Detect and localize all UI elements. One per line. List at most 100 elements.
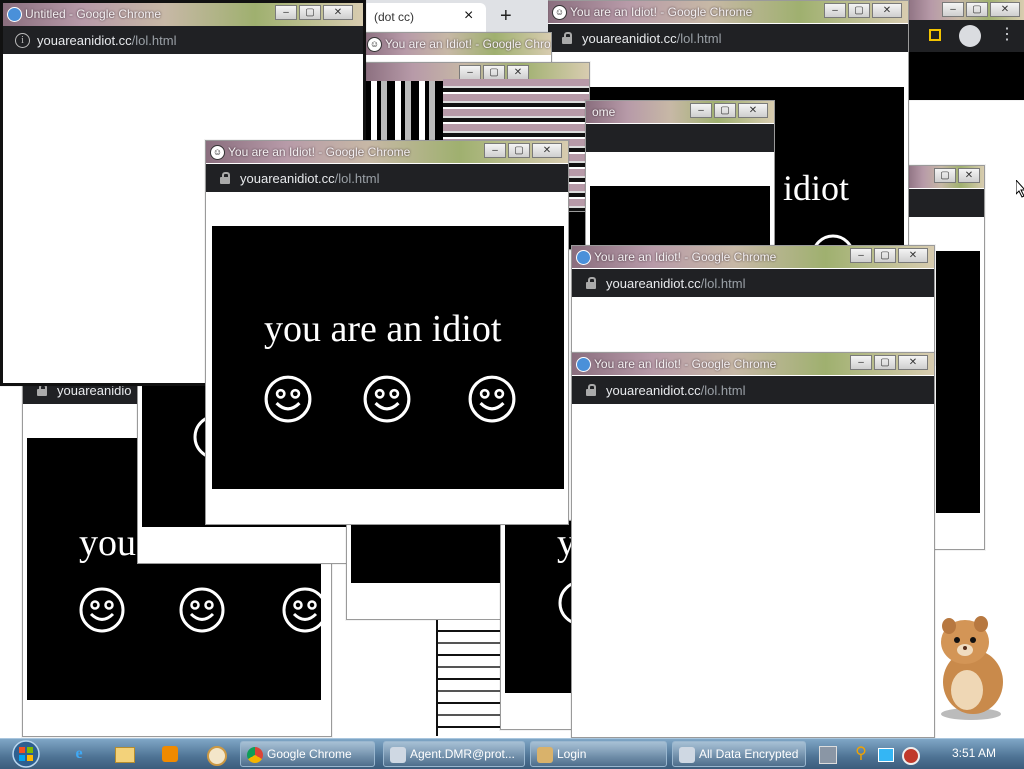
page-black-area [351, 521, 501, 583]
chrome-app-icon [7, 7, 22, 22]
url-text[interactable]: youareanidiot.cc/lol.html [240, 171, 379, 186]
file-explorer-icon[interactable] [112, 743, 136, 765]
maximize-button[interactable]: ▢ [874, 248, 896, 263]
chrome-window-right-top: – ▢ ✕ ⋮ [905, 0, 1024, 100]
url-text[interactable]: youareanidiot.cc/lol.html [606, 276, 745, 291]
taskbar-item-chrome[interactable]: Google Chrome [240, 741, 375, 767]
close-button[interactable]: ✕ [898, 355, 928, 370]
network-tray-icon[interactable] [873, 743, 897, 765]
taskbar: e Google Chrome Agent.DMR@prot... Login … [0, 738, 1024, 769]
minimize-button[interactable]: – [690, 103, 712, 118]
close-button[interactable]: ✕ [990, 2, 1020, 17]
taskbar-clock[interactable]: 3:51 AM [952, 746, 996, 760]
window-controls: – ▢ ✕ [824, 3, 902, 18]
program-window-icon [679, 746, 695, 763]
maximize-button[interactable]: ▢ [714, 103, 736, 118]
maximize-button[interactable]: ▢ [483, 65, 505, 80]
paint-icon[interactable] [203, 743, 227, 766]
browser-tab[interactable]: (dot cc) × [362, 3, 486, 32]
extension-icon[interactable] [929, 29, 941, 41]
maximize-button[interactable]: ▢ [299, 5, 321, 20]
start-button-icon[interactable] [6, 739, 46, 769]
menu-icon[interactable]: ⋮ [999, 26, 1015, 44]
close-button[interactable]: ✕ [738, 103, 768, 118]
login-icon [537, 746, 553, 763]
maximize-button[interactable]: ▢ [934, 168, 956, 183]
lock-icon [586, 384, 596, 396]
window-title: You are an Idiot! - Google Chrome [594, 357, 777, 371]
minimize-button[interactable]: – [275, 5, 297, 20]
taskbar-item-encrypted[interactable]: All Data Encrypted [672, 741, 806, 767]
mouse-cursor-icon [1016, 180, 1024, 198]
idiot-window-bottom-middle [346, 520, 506, 620]
tab-close-icon[interactable]: × [464, 7, 473, 25]
window-title: You are an Idiot! - Google Chrome [228, 145, 411, 159]
smiley-icon [363, 375, 411, 423]
address-bar: youareanidiot.cc/lol.html [206, 164, 568, 192]
lock-icon [562, 32, 572, 44]
taskbar-item-login[interactable]: Login [530, 741, 667, 767]
window-title: You are an Idiot! - Google Chrome [594, 250, 777, 264]
close-button[interactable]: ✕ [532, 143, 562, 158]
idiot-window-small-middle: ome – ▢ ✕ [585, 100, 775, 250]
title-bar: Untitled - Google Chrome – ▢ ✕ [3, 3, 363, 26]
close-button[interactable]: ✕ [872, 3, 902, 18]
address-bar: youareanidiot.cc/lol.html [548, 24, 908, 52]
idiot-window-right-blank-2: You are an Idiot! - Google Chrome – ▢ ✕ … [571, 352, 935, 738]
url-text[interactable]: youareanidiot.cc/lol.html [37, 33, 176, 48]
close-button[interactable]: ✕ [323, 5, 353, 20]
minimize-button[interactable]: – [484, 143, 506, 158]
title-bar: ▢ ✕ [906, 166, 984, 188]
maximize-button[interactable]: ▢ [848, 3, 870, 18]
media-player-icon[interactable] [158, 743, 182, 765]
smiley-icon [264, 375, 312, 423]
window-controls: – ▢ ✕ [459, 65, 529, 80]
page-black-area [212, 226, 564, 489]
internet-explorer-icon[interactable]: e [67, 743, 91, 765]
maximize-button[interactable]: ▢ [966, 2, 988, 17]
window-title: Untitled - Google Chrome [25, 7, 162, 21]
title-bar: – ▢ ✕ [905, 0, 1024, 20]
hamster-mascot-icon[interactable] [925, 612, 1015, 722]
smiley-icon [468, 375, 516, 423]
minimize-button[interactable]: – [850, 355, 872, 370]
title-bar: ☺ You are an Idiot! - Google Chro [363, 33, 551, 55]
window-controls: – ▢ ✕ [484, 143, 562, 158]
url-text[interactable]: youareanidiot.cc/lol.html [582, 31, 721, 46]
chrome-app-icon [576, 250, 591, 265]
page-black-area [590, 186, 770, 249]
program-window-icon [390, 746, 406, 763]
minimize-button[interactable]: – [942, 2, 964, 17]
new-tab-button[interactable]: + [500, 5, 512, 28]
window-controls: ▢ ✕ [934, 168, 980, 183]
title-bar: ☺ You are an Idiot! - Google Chrome – ▢ … [548, 1, 908, 23]
system-tray: ⚲ 3:51 AM [809, 739, 1024, 769]
address-bar: youareanidiot.cc/lol.html [572, 269, 934, 297]
maximize-button[interactable]: ▢ [874, 355, 896, 370]
maximize-button[interactable]: ▢ [508, 143, 530, 158]
minimize-button[interactable]: – [459, 65, 481, 80]
profile-avatar-icon[interactable] [959, 25, 981, 47]
info-icon[interactable]: i [15, 33, 30, 48]
url-text[interactable]: youareanidiot.cc/lol.html [606, 383, 745, 398]
idiot-window-right-blank-1: You are an Idiot! - Google Chrome – ▢ ✕ … [571, 245, 935, 365]
close-button[interactable]: ✕ [958, 168, 980, 183]
window-controls: – ▢ ✕ [850, 355, 928, 370]
chrome-icon [247, 746, 263, 763]
address-bar [586, 124, 774, 152]
volume-tray-icon[interactable] [897, 743, 921, 765]
window-controls: – ▢ ✕ [275, 5, 353, 20]
address-bar [906, 189, 984, 217]
minimize-button[interactable]: – [824, 3, 846, 18]
close-button[interactable]: ✕ [898, 248, 928, 263]
window-controls: – ▢ ✕ [850, 248, 928, 263]
chrome-app-icon: ☺ [210, 145, 225, 160]
close-button[interactable]: ✕ [507, 65, 529, 80]
search-tray-icon[interactable]: ⚲ [849, 743, 873, 765]
chrome-app-icon: ☺ [367, 37, 382, 52]
window-title: ome [592, 105, 616, 119]
taskbar-item-agent[interactable]: Agent.DMR@prot... [383, 741, 525, 767]
minimize-button[interactable]: – [850, 248, 872, 263]
message-text-partial: idiot [783, 168, 850, 208]
address-bar: i youareanidiot.cc/lol.html [3, 26, 363, 54]
